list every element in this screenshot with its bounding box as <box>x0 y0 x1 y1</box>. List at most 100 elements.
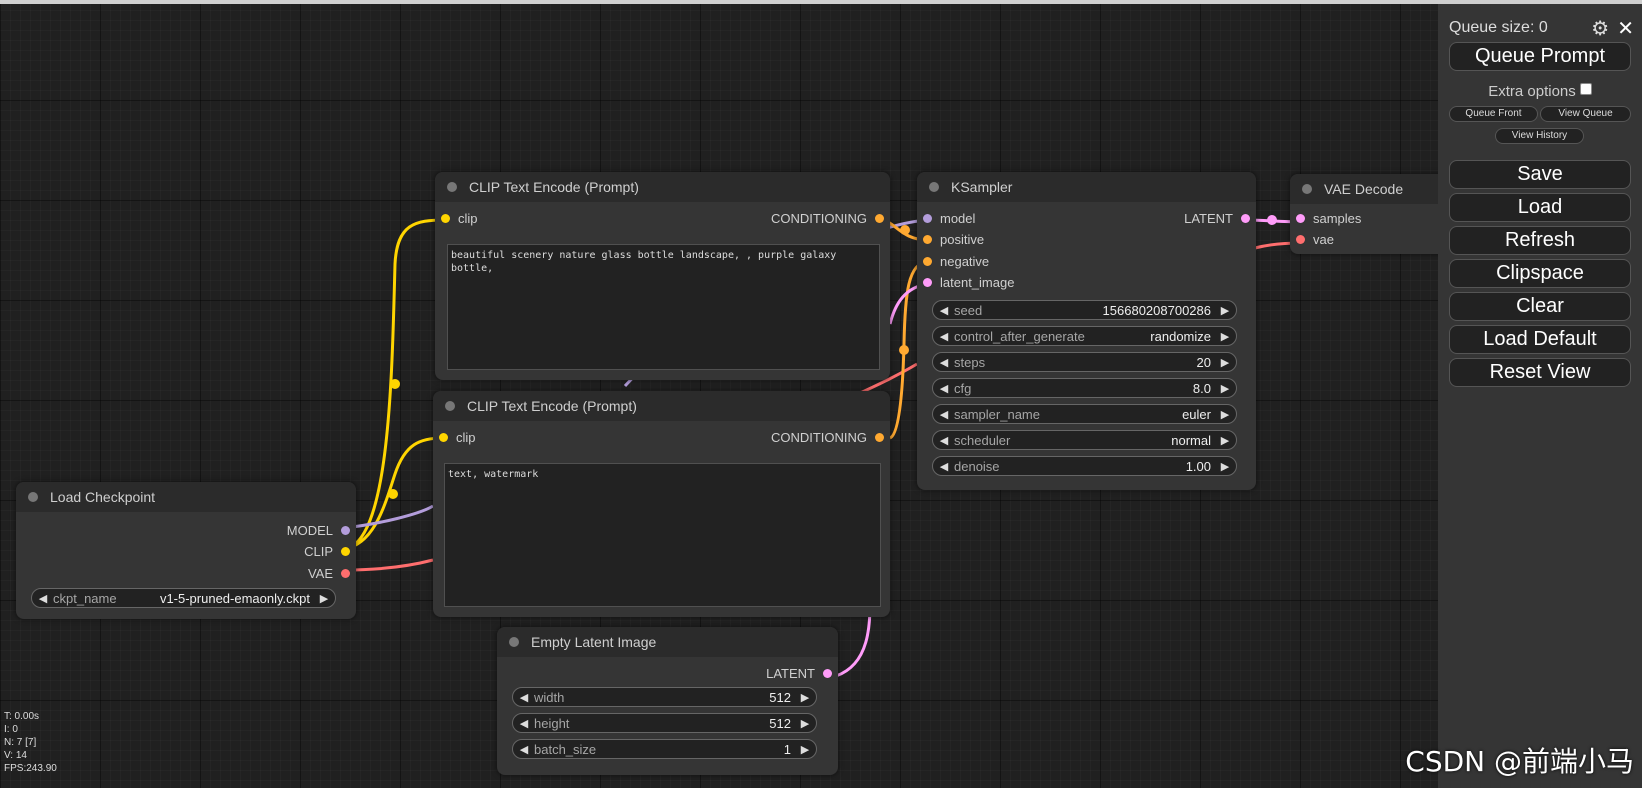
node-ksampler[interactable]: KSampler model positive negative latent_… <box>917 172 1256 490</box>
decrement-arrow-icon[interactable]: ◀ <box>938 330 950 343</box>
increment-arrow-icon[interactable]: ▶ <box>799 743 811 756</box>
collapse-dot[interactable] <box>28 492 38 502</box>
close-icon[interactable]: ✕ <box>1617 16 1634 41</box>
decrement-arrow-icon[interactable]: ◀ <box>938 356 950 369</box>
input-slot-positive[interactable]: positive <box>923 229 984 249</box>
widget-control-after-generate[interactable]: ◀ control_after_generate randomize ▶ <box>932 326 1237 346</box>
input-slot-clip[interactable]: clip <box>441 208 478 228</box>
increment-arrow-icon[interactable]: ▶ <box>318 592 330 605</box>
prompt-textarea[interactable]: beautiful scenery nature glass bottle la… <box>447 244 880 370</box>
collapse-dot[interactable] <box>509 637 519 647</box>
input-slot-negative[interactable]: negative <box>923 251 989 271</box>
gear-icon[interactable]: ⚙ <box>1591 16 1609 41</box>
collapse-dot[interactable] <box>447 182 457 192</box>
decrement-arrow-icon[interactable]: ◀ <box>37 592 49 605</box>
increment-arrow-icon[interactable]: ▶ <box>1219 460 1231 473</box>
prompt-textarea[interactable]: text, watermark <box>444 463 881 607</box>
increment-arrow-icon[interactable]: ▶ <box>799 691 811 704</box>
output-slot-conditioning[interactable]: CONDITIONING <box>771 427 884 447</box>
graph-canvas[interactable]: CLIP Text Encode (Prompt) clip CONDITION… <box>0 4 1438 788</box>
node-title[interactable]: CLIP Text Encode (Prompt) <box>433 391 890 421</box>
node-empty-latent-image[interactable]: Empty Latent Image LATENT ◀ width 512 ▶ ◀ he… <box>497 627 838 775</box>
decrement-arrow-icon[interactable]: ◀ <box>938 304 950 317</box>
queue-prompt-button[interactable]: Queue Prompt <box>1449 42 1631 71</box>
output-slot-latent[interactable]: LATENT <box>766 663 832 683</box>
output-slot-clip[interactable]: CLIP <box>304 541 350 561</box>
clipspace-button[interactable]: Clipspace <box>1449 259 1631 288</box>
output-slot-model[interactable]: MODEL <box>287 520 350 540</box>
widget-cfg[interactable]: ◀ cfg 8.0 ▶ <box>932 378 1237 398</box>
slot-dot[interactable] <box>1296 234 1305 244</box>
increment-arrow-icon[interactable]: ▶ <box>1219 330 1231 343</box>
collapse-dot[interactable] <box>1302 184 1312 194</box>
input-slot-vae[interactable]: vae <box>1296 229 1334 249</box>
input-slot-latent-image[interactable]: latent_image <box>923 272 1014 292</box>
widget-ckpt-name[interactable]: ◀ ckpt_name v1-5-pruned-emaonly.ckpt ▶ <box>31 588 336 608</box>
output-slot-latent[interactable]: LATENT <box>1184 208 1250 228</box>
increment-arrow-icon[interactable]: ▶ <box>1219 434 1231 447</box>
node-title[interactable]: Load Checkpoint <box>16 482 356 512</box>
slot-dot[interactable] <box>875 213 884 223</box>
slot-dot[interactable] <box>923 256 932 266</box>
clear-button[interactable]: Clear <box>1449 292 1631 321</box>
node-load-checkpoint[interactable]: Load Checkpoint MODEL CLIP VAE ◀ ckpt_nam… <box>16 482 356 619</box>
slot-dot[interactable] <box>1296 213 1305 223</box>
collapse-dot[interactable] <box>929 182 939 192</box>
output-slot-conditioning[interactable]: CONDITIONING <box>771 208 884 228</box>
widget-steps[interactable]: ◀ steps 20 ▶ <box>932 352 1237 372</box>
link-midpoint[interactable] <box>1267 215 1277 225</box>
increment-arrow-icon[interactable]: ▶ <box>1219 304 1231 317</box>
collapse-dot[interactable] <box>445 401 455 411</box>
slot-dot[interactable] <box>441 213 450 223</box>
decrement-arrow-icon[interactable]: ◀ <box>938 408 950 421</box>
slot-dot[interactable] <box>439 432 448 442</box>
increment-arrow-icon[interactable]: ▶ <box>1219 382 1231 395</box>
widget-denoise[interactable]: ◀ denoise 1.00 ▶ <box>932 456 1237 476</box>
slot-dot[interactable] <box>1241 213 1250 223</box>
slot-dot[interactable] <box>341 568 350 578</box>
decrement-arrow-icon[interactable]: ◀ <box>938 382 950 395</box>
slot-dot[interactable] <box>923 277 932 287</box>
decrement-arrow-icon[interactable]: ◀ <box>518 717 530 730</box>
increment-arrow-icon[interactable]: ▶ <box>1219 408 1231 421</box>
input-slot-clip[interactable]: clip <box>439 427 476 447</box>
node-title[interactable]: CLIP Text Encode (Prompt) <box>435 172 890 202</box>
view-queue-button[interactable]: View Queue <box>1540 106 1631 122</box>
widget-sampler-name[interactable]: ◀ sampler_name euler ▶ <box>932 404 1237 424</box>
widget-seed[interactable]: ◀ seed 156680208700286 ▶ <box>932 300 1237 320</box>
input-slot-samples[interactable]: samples <box>1296 208 1361 228</box>
decrement-arrow-icon[interactable]: ◀ <box>518 743 530 756</box>
slot-dot[interactable] <box>875 432 884 442</box>
node-clip-text-encode-negative[interactable]: CLIP Text Encode (Prompt) clip CONDITION… <box>433 391 890 617</box>
widget-width[interactable]: ◀ width 512 ▶ <box>512 687 817 707</box>
link-midpoint[interactable] <box>900 225 910 235</box>
input-slot-model[interactable]: model <box>923 208 975 228</box>
decrement-arrow-icon[interactable]: ◀ <box>938 460 950 473</box>
decrement-arrow-icon[interactable]: ◀ <box>938 434 950 447</box>
slot-dot[interactable] <box>823 668 832 678</box>
queue-front-button[interactable]: Queue Front <box>1449 106 1538 122</box>
widget-scheduler[interactable]: ◀ scheduler normal ▶ <box>932 430 1237 450</box>
extra-options-checkbox[interactable] <box>1579 83 1592 95</box>
node-clip-text-encode-positive[interactable]: CLIP Text Encode (Prompt) clip CONDITION… <box>435 172 890 380</box>
slot-dot[interactable] <box>341 546 350 556</box>
increment-arrow-icon[interactable]: ▶ <box>799 717 811 730</box>
save-button[interactable]: Save <box>1449 160 1631 189</box>
slot-dot[interactable] <box>341 525 350 535</box>
node-title[interactable]: KSampler <box>917 172 1256 202</box>
node-title[interactable]: VAE Decode <box>1290 174 1438 204</box>
link-midpoint[interactable] <box>390 379 400 389</box>
node-title[interactable]: Empty Latent Image <box>497 627 838 657</box>
link-midpoint[interactable] <box>388 489 398 499</box>
slot-dot[interactable] <box>923 234 932 244</box>
load-default-button[interactable]: Load Default <box>1449 325 1631 354</box>
view-history-button[interactable]: View History <box>1495 128 1584 144</box>
widget-batch-size[interactable]: ◀ batch_size 1 ▶ <box>512 739 817 759</box>
load-button[interactable]: Load <box>1449 193 1631 222</box>
widget-height[interactable]: ◀ height 512 ▶ <box>512 713 817 733</box>
reset-view-button[interactable]: Reset View <box>1449 358 1631 387</box>
decrement-arrow-icon[interactable]: ◀ <box>518 691 530 704</box>
link-midpoint[interactable] <box>899 345 909 355</box>
increment-arrow-icon[interactable]: ▶ <box>1219 356 1231 369</box>
slot-dot[interactable] <box>923 213 932 223</box>
